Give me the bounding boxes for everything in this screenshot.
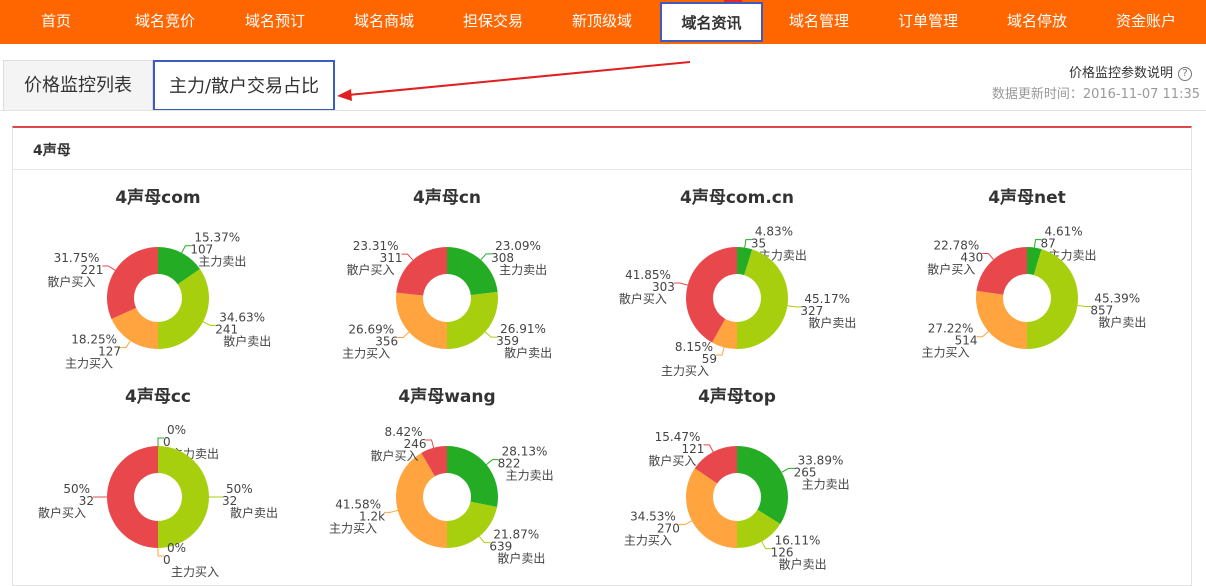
label-leader [384, 509, 398, 513]
donut-chart: 4声母top33.89%265主力卖出16.11%126散户卖出34.53%27… [624, 386, 850, 572]
donut-chart: 4声母com15.37%107主力卖出34.63%241散户卖出18.25%12… [47, 187, 271, 371]
label-leader [1077, 304, 1092, 308]
slice-label: 散户买入 [347, 262, 395, 277]
chart-title: 4声母net [988, 187, 1066, 208]
label-leader [120, 340, 131, 349]
slice-label: 散户卖出 [779, 557, 827, 572]
charts-canvas: 4声母com15.37%107主力卖出34.63%241散户卖出18.25%12… [38, 187, 1146, 579]
label-leader [703, 444, 714, 453]
slice-label: 主力买入 [329, 521, 377, 535]
slice-label: 散户卖出 [808, 315, 856, 330]
chart-title: 4声母cc [125, 386, 191, 407]
chart-title: 4声母cn [413, 187, 481, 208]
slice-label: 主力买入 [342, 346, 390, 360]
slice-label: 主力买入 [921, 346, 969, 360]
label-leader [716, 347, 725, 356]
donut-slice[interactable] [737, 446, 788, 525]
slice-label: 主力卖出 [198, 255, 246, 269]
label-leader [425, 439, 435, 448]
chart-title: 4声母com [115, 187, 200, 208]
slice-value: 0 [163, 553, 171, 567]
slice-label: 散户买入 [927, 261, 975, 276]
chart-title: 4声母wang [398, 386, 495, 407]
chart-title: 4声母top [698, 386, 776, 407]
donut-slice[interactable] [686, 468, 737, 548]
label-leader [976, 331, 989, 338]
slice-label: 散户卖出 [223, 333, 271, 348]
slice-label: 主力卖出 [802, 477, 850, 491]
donut-chart: 4声母wang28.13%822主力卖出21.87%639散户卖出41.58%1… [329, 386, 554, 566]
slice-label: 主力买入 [624, 534, 672, 548]
slice-label: 散户卖出 [230, 505, 278, 520]
donut-slice[interactable] [447, 291, 499, 349]
donut-slice[interactable] [976, 247, 1027, 295]
slice-label: 散户买入 [648, 453, 696, 468]
slice-label: 主力卖出 [499, 263, 547, 277]
donut-slice[interactable] [158, 446, 209, 548]
slice-label: 主力卖出 [506, 469, 554, 483]
donut-chart: 4声母net4.61%87主力卖出45.39%857散户卖出27.22%514主… [921, 187, 1146, 360]
slice-label: 散户买入 [371, 448, 419, 463]
slice-label: 散户卖出 [497, 551, 545, 566]
label-leader [678, 520, 693, 526]
donut-chart: 4声母cc0%0主力卖出50%32散户卖出0%0主力买入50%32散户买入 [38, 386, 278, 579]
label-leader [397, 331, 410, 338]
chart-title: 4声母com.cn [680, 187, 794, 208]
donut-slice[interactable] [107, 446, 158, 548]
slice-label: 散户买入 [38, 505, 86, 520]
slice-label: 散户卖出 [504, 345, 552, 360]
label-leader [102, 265, 116, 271]
label-leader [401, 253, 414, 261]
donut-slice[interactable] [106, 247, 158, 319]
slice-label: 散户卖出 [1098, 315, 1146, 330]
slice-label: 主力买入 [171, 565, 219, 579]
label-leader [673, 282, 688, 286]
slice-label: 主力买入 [661, 364, 709, 378]
donut-chart: 4声母com.cn4.83%35主力卖出45.17%327散户卖出8.15%59… [619, 187, 856, 378]
donut-chart: 4声母cn23.09%308主力卖出26.91%359散户卖出26.69%356… [342, 187, 552, 360]
donut-slice[interactable] [158, 268, 209, 349]
slice-label: 散户买入 [619, 291, 667, 306]
slice-label: 散户买入 [47, 274, 95, 289]
slice-label: 主力买入 [65, 357, 113, 371]
donut-slice[interactable] [976, 290, 1027, 349]
label-leader [982, 252, 994, 260]
label-leader [787, 305, 802, 308]
donut-slice[interactable] [396, 292, 447, 349]
donut-slice[interactable] [447, 446, 498, 507]
